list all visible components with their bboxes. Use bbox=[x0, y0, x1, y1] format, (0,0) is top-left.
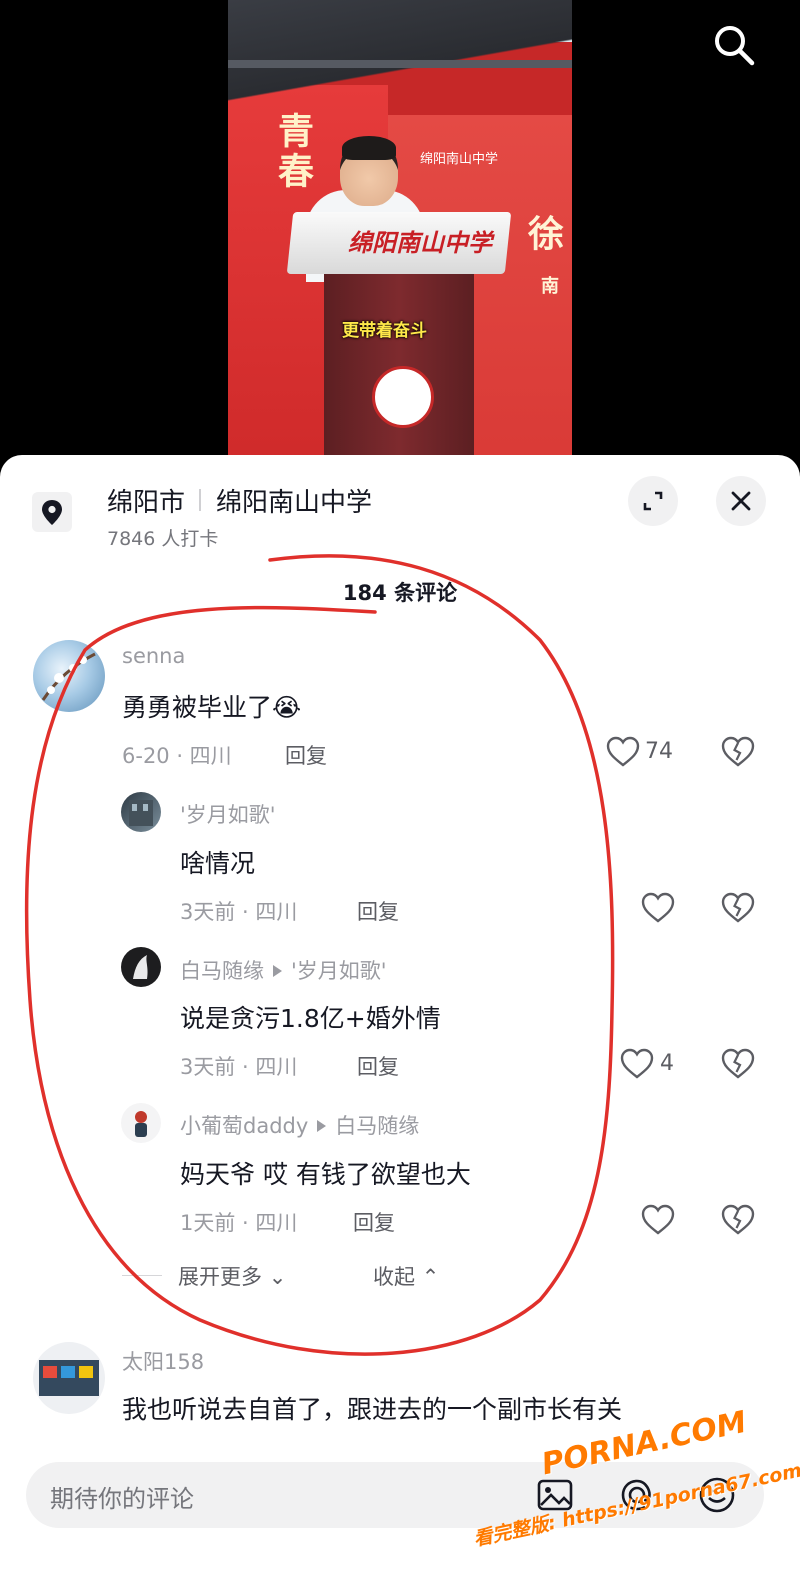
banner-vertical-text: 青春 bbox=[272, 112, 314, 192]
avatar[interactable] bbox=[121, 947, 161, 987]
expand-more-replies-button[interactable]: 展开更多 ⌄ bbox=[178, 1261, 286, 1291]
collapse-replies-button[interactable]: 收起 ⌃ bbox=[373, 1261, 439, 1291]
heart-icon[interactable] bbox=[641, 892, 675, 924]
comment-username[interactable]: senna bbox=[122, 644, 185, 668]
close-button[interactable] bbox=[716, 476, 766, 526]
reply-to-arrow-icon bbox=[273, 965, 282, 977]
comment-username[interactable]: 太阳158 bbox=[122, 1346, 204, 1376]
reply-to-username[interactable]: 白马随缘 bbox=[335, 1114, 419, 1138]
avatar[interactable] bbox=[33, 1342, 105, 1414]
banner-mid-text: 南 bbox=[541, 276, 559, 297]
comment-username: 白马随缘 '岁月如歌' bbox=[180, 955, 387, 985]
reply-button[interactable]: 回复 bbox=[357, 1051, 399, 1081]
comment-input-placeholder[interactable]: 期待你的评论 bbox=[50, 1479, 194, 1514]
expand-sheet-button[interactable] bbox=[628, 476, 678, 526]
like-count: 74 bbox=[645, 739, 673, 764]
avatar[interactable] bbox=[33, 640, 105, 712]
close-icon bbox=[731, 491, 751, 511]
heart-icon[interactable] bbox=[606, 736, 640, 768]
video-player[interactable]: 青春 绵阳南山中学 徐 南 绵阳南山中学 更带着奋斗 bbox=[0, 0, 800, 470]
reply-button[interactable]: 回复 bbox=[357, 896, 399, 926]
expand-more-label: 展开更多 bbox=[178, 1265, 262, 1289]
roof-beam bbox=[228, 60, 572, 68]
search-icon[interactable] bbox=[711, 22, 757, 68]
comment-meta: 3天前 · 四川 bbox=[180, 900, 298, 924]
collapse-label: 收起 bbox=[373, 1265, 415, 1289]
avatar[interactable] bbox=[121, 792, 161, 832]
reply-button[interactable]: 回复 bbox=[285, 740, 327, 770]
checkin-count: 7846 人打卡 bbox=[107, 528, 219, 550]
username-link[interactable]: 小葡萄daddy bbox=[180, 1114, 308, 1138]
comment-text: 啥情况 bbox=[180, 849, 256, 878]
location-city[interactable]: 绵阳市 bbox=[107, 482, 185, 519]
school-emblem bbox=[372, 366, 434, 428]
location-pin-icon bbox=[32, 492, 72, 532]
heart-icon[interactable] bbox=[641, 1204, 675, 1236]
broken-heart-icon[interactable] bbox=[721, 1204, 755, 1236]
broken-heart-icon[interactable] bbox=[721, 892, 755, 924]
reply-button[interactable]: 回复 bbox=[353, 1207, 395, 1237]
video-subtitle: 更带着奋斗 bbox=[342, 321, 427, 341]
crying-emoji: 😭 bbox=[272, 693, 302, 722]
avatar[interactable] bbox=[121, 1103, 161, 1143]
comment-username[interactable]: '岁月如歌' bbox=[180, 799, 276, 829]
location-poi-name[interactable]: 绵阳南山中学 bbox=[216, 482, 372, 519]
reply-to-username[interactable]: '岁月如歌' bbox=[291, 959, 387, 983]
comment-text: 勇勇被毕业了😭 bbox=[122, 693, 302, 722]
speaker-hair bbox=[342, 136, 396, 160]
broken-heart-icon[interactable] bbox=[721, 1048, 755, 1080]
expand-icon bbox=[643, 491, 663, 511]
banner-big-text: 徐 bbox=[528, 213, 565, 255]
location-separator bbox=[199, 489, 201, 511]
reply-to-arrow-icon bbox=[317, 1120, 327, 1132]
comment-text: 妈天爷 哎 有钱了欲望也大 bbox=[180, 1160, 471, 1189]
banner-small-text: 绵阳南山中学 bbox=[420, 152, 499, 167]
like-count: 4 bbox=[660, 1051, 674, 1076]
comment-meta: 3天前 · 四川 bbox=[180, 1055, 298, 1079]
thread-divider bbox=[122, 1275, 162, 1276]
heart-icon[interactable] bbox=[620, 1048, 654, 1080]
comment-username: 小葡萄daddy 白马随缘 bbox=[180, 1110, 419, 1140]
comment-text: 我也听说去自首了，跟进去的一个副市长有关 bbox=[122, 1395, 623, 1424]
comment-meta: 1天前 · 四川 bbox=[180, 1211, 298, 1235]
comment-text: 说是贪污1.8亿+婚外情 bbox=[180, 1004, 441, 1033]
comment-meta: 6-20 · 四川 bbox=[122, 744, 232, 768]
chevron-up-icon: ⌃ bbox=[421, 1265, 440, 1289]
video-frame[interactable]: 青春 绵阳南山中学 徐 南 绵阳南山中学 更带着奋斗 bbox=[228, 0, 572, 470]
comment-count: 184 条评论 bbox=[342, 581, 458, 605]
broken-heart-icon[interactable] bbox=[721, 736, 755, 768]
chevron-down-icon: ⌄ bbox=[268, 1265, 287, 1289]
username-link[interactable]: 白马随缘 bbox=[180, 959, 264, 983]
podium-text: 绵阳南山中学 bbox=[348, 228, 492, 257]
